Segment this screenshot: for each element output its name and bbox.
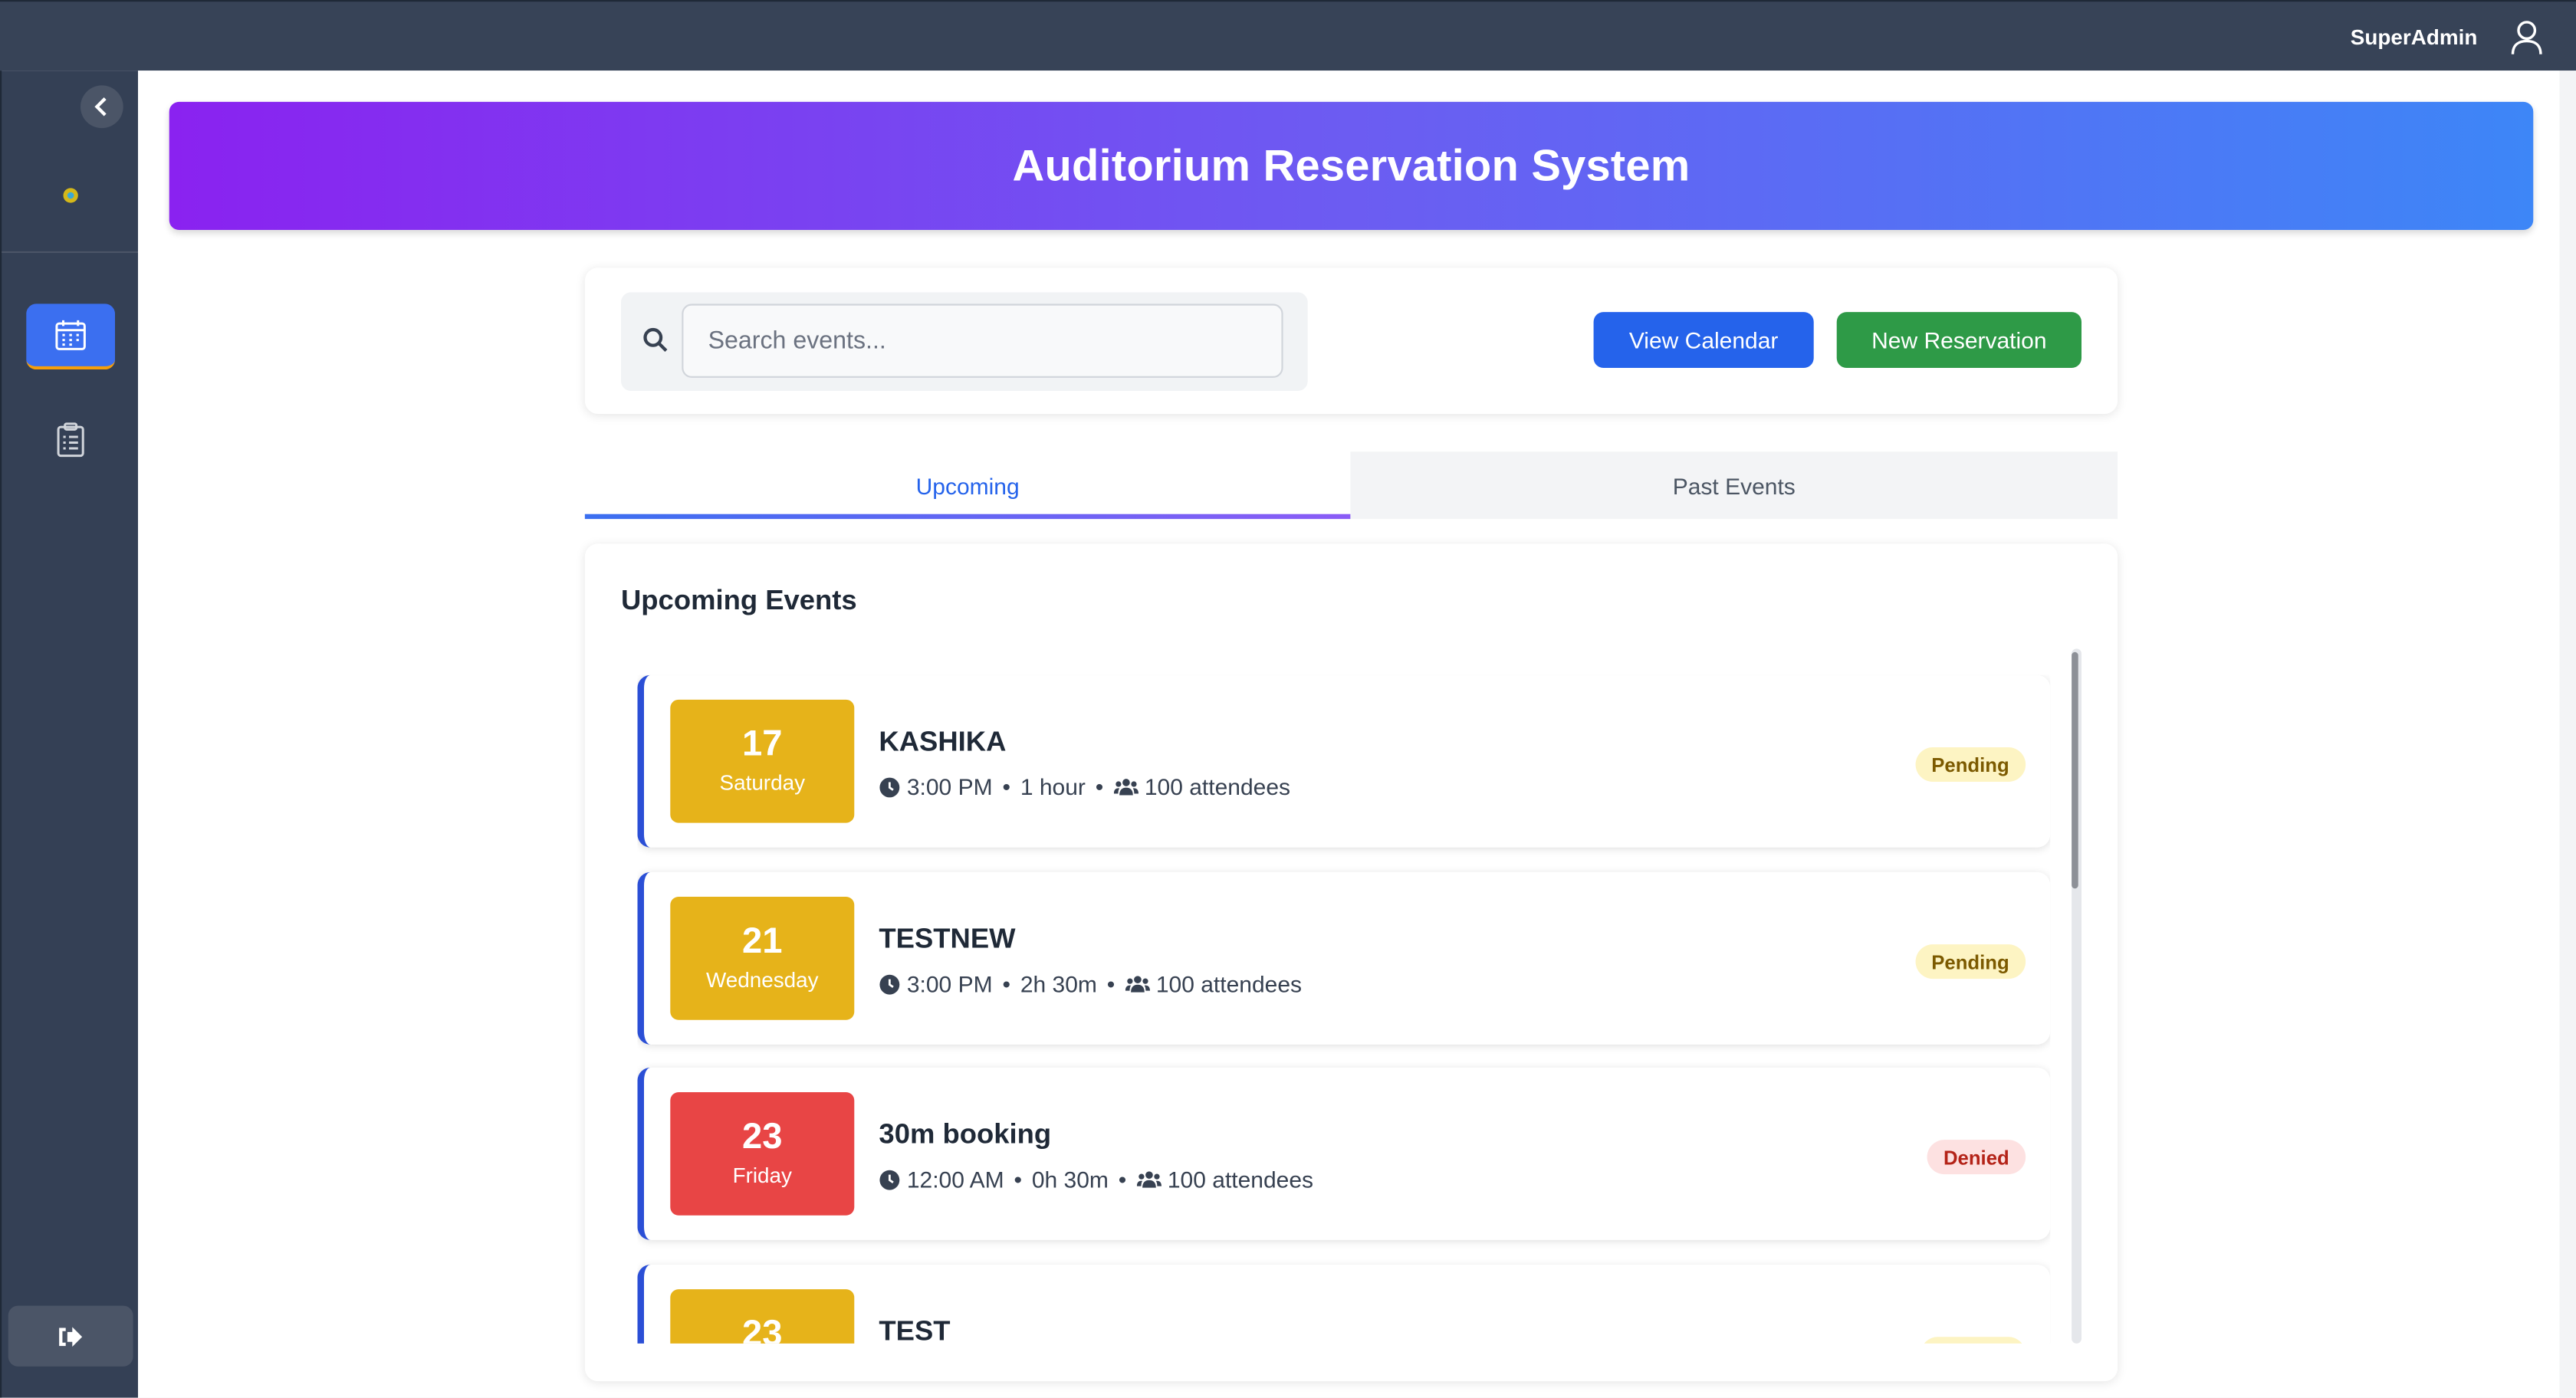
users-icon [1113,779,1138,796]
meta-separator: • [1095,773,1104,800]
meta-separator: • [1118,1166,1127,1193]
event-attendees: 100 attendees [1144,773,1291,800]
event-weekday: Saturday [719,770,806,796]
tab-upcoming[interactable]: Upcoming [584,451,1351,520]
sidebar-item-reservations[interactable] [26,304,115,370]
status-badge: Denied [1927,1140,2026,1175]
event-title: KASHIKA [879,726,1007,757]
new-reservation-button[interactable]: New Reservation [1836,312,2082,368]
toolbar-card: View Calendar New Reservation [584,267,2118,414]
event-date-box: 17 Saturday [670,699,855,823]
clock-icon [879,1169,900,1190]
calendar-icon [55,320,86,350]
event-title: TESTNEW [879,923,1016,954]
header-banner: Auditorium Reservation System [169,101,2534,230]
tab-past-events[interactable]: Past Events [1350,451,2118,520]
page-scrollbar[interactable] [2559,71,2576,1398]
events-list: 17 Saturday KASHIKA 3:00 PM • 1 hour • 1… [637,674,2051,1344]
meta-separator: • [1002,970,1010,997]
clipboard-list-icon [57,422,84,458]
event-title: TEST [879,1315,951,1344]
event-date-box: 21 Wednesday [670,897,855,1020]
event-time: 12:00 AM [906,1166,1004,1193]
event-meta: 3:00 PM • 1 hour • 100 attendees [879,773,1291,800]
sidebar [0,71,140,1398]
meta-separator: • [1106,970,1116,997]
event-date-box: 23 Friday [670,1092,855,1216]
sidebar-item-requests[interactable] [26,407,115,473]
status-badge: Pending [1914,747,2026,782]
top-bar: SuperAdmin [0,0,2576,71]
event-weekday: Wednesday [705,967,819,993]
page-title: Auditorium Reservation System [1012,140,1691,190]
events-card: Upcoming Events 17 Saturday KASHIKA 3:00… [584,543,2118,1382]
clock-icon [879,973,900,994]
event-duration: 2h 30m [1020,970,1097,997]
gear-icon [63,188,78,203]
event-attendees: 100 attendees [1155,970,1303,997]
event-duration: 1 hour [1020,773,1086,800]
event-duration: 0h 30m [1031,1166,1109,1193]
clock-icon [879,776,900,797]
event-card[interactable]: 23 Friday 30m booking 12:00 AM • 0h 30m … [637,1067,2051,1240]
event-card[interactable]: 17 Saturday KASHIKA 3:00 PM • 1 hour • 1… [637,674,2051,848]
event-day: 17 [742,722,783,764]
status-badge: Pending [1914,944,2026,980]
event-attendees: 100 attendees [1167,1166,1314,1193]
status-badge [1921,1337,2026,1344]
event-tabs: Upcoming Past Events [584,451,2118,520]
event-day: 23 [742,1115,783,1157]
chevron-left-icon [94,97,107,116]
sidebar-divider [2,251,140,253]
event-meta: 3:00 PM • 2h 30m • 100 attendees [879,970,1303,997]
search-box [621,292,1308,391]
event-card[interactable]: 23 TEST [637,1265,2051,1344]
users-icon [1125,976,1150,993]
meta-separator: • [1014,1166,1022,1193]
event-day: 23 [742,1312,783,1344]
logout-icon [59,1326,83,1347]
event-time: 3:00 PM [906,970,993,997]
meta-separator: • [1002,773,1010,800]
event-card[interactable]: 21 Wednesday TESTNEW 3:00 PM • 2h 30m • … [637,871,2051,1045]
user-name[interactable]: SuperAdmin [2351,25,2478,49]
view-calendar-button[interactable]: View Calendar [1593,312,1814,368]
logout-button[interactable] [8,1305,133,1367]
user-icon[interactable] [2510,20,2543,56]
event-date-box: 23 [670,1289,855,1344]
search-icon [643,327,668,353]
event-title: 30m booking [879,1118,1052,1150]
event-meta: 12:00 AM • 0h 30m • 100 attendees [879,1166,1314,1193]
search-input[interactable] [682,304,1283,378]
section-title: Upcoming Events [621,584,857,616]
list-scrollbar-thumb[interactable] [2072,651,2078,889]
event-day: 21 [742,920,783,961]
event-time: 3:00 PM [906,773,993,800]
collapse-sidebar-button[interactable] [80,85,123,129]
users-icon [1136,1171,1162,1188]
event-weekday: Friday [732,1163,792,1188]
